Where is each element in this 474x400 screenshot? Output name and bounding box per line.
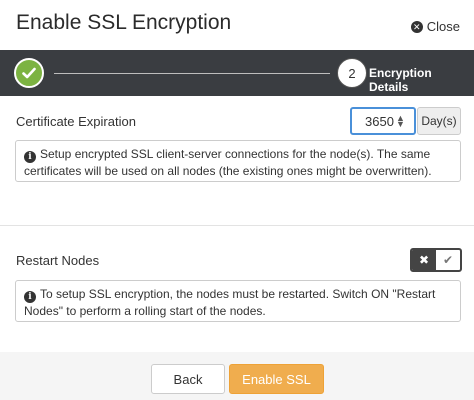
certificate-expiration-label: Certificate Expiration [16,114,136,129]
step-2-label: Encryption Details [369,66,432,94]
toggle-off-x-icon[interactable]: ✖ [412,250,436,270]
restart-nodes-toggle[interactable]: ✖ ✔ [410,248,462,272]
checkmark-icon [22,67,36,79]
days-unit-addon: Day(s) [417,107,461,135]
restart-nodes-label: Restart Nodes [16,253,100,268]
dialog-title: Enable SSL Encryption [16,11,232,34]
restart-info-box: i To setup SSL encryption, the nodes must… [15,280,461,322]
modal-header: Enable SSL Encryption ✕ Close [0,0,474,50]
info-icon: i [24,291,36,303]
section-divider [0,225,474,226]
back-button[interactable]: Back [151,364,225,394]
certificate-info-box: i Setup encrypted SSL client-server conne… [15,140,461,182]
close-button[interactable]: ✕ Close [410,19,460,34]
certificate-info-text: Setup encrypted SSL client-server connec… [24,147,432,178]
close-icon: ✕ [410,20,423,33]
enable-ssl-button[interactable]: Enable SSL [229,364,324,394]
toggle-on-check-icon[interactable]: ✔ [436,250,460,270]
step-2-indicator: 2 [337,58,367,88]
step-1-indicator [14,58,44,88]
spinner-arrows-icon[interactable]: ▲ ▼ [396,114,405,129]
info-icon: i [24,151,36,163]
wizard-progress-bar: 2 Encryption Details [0,50,474,96]
step-connector [54,73,330,74]
close-label: Close [426,19,460,34]
certificate-expiration-input[interactable]: 3650 ▲ ▼ [350,107,416,135]
certificate-expiration-value: 3650 [365,113,394,129]
restart-info-text: To setup SSL encryption, the nodes must … [24,287,436,318]
